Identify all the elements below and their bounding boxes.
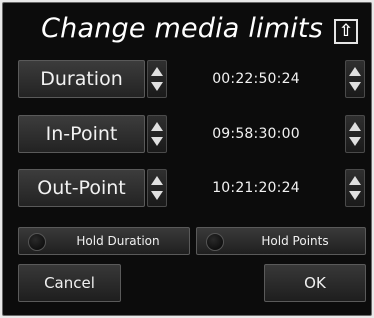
in-point-value-spinner[interactable] bbox=[345, 115, 365, 153]
spinner-down-icon[interactable] bbox=[349, 137, 361, 146]
spinner-down-icon[interactable] bbox=[349, 82, 361, 91]
dialog-title: Change media limits bbox=[41, 13, 323, 44]
hold-points-toggle[interactable]: Hold Points bbox=[196, 227, 366, 255]
led-indicator-icon bbox=[206, 233, 224, 251]
in-point-mode-spinner[interactable] bbox=[147, 115, 167, 153]
duration-value-spinner[interactable] bbox=[345, 60, 365, 98]
spinner-down-icon[interactable] bbox=[349, 191, 361, 200]
duration-value[interactable]: 00:22:50:24 bbox=[169, 60, 343, 98]
out-point-row: Out-Point 10:21:20:24 bbox=[18, 169, 365, 207]
spinner-up-icon[interactable] bbox=[151, 122, 163, 131]
in-point-value[interactable]: 09:58:30:00 bbox=[169, 115, 343, 153]
led-indicator-icon bbox=[28, 233, 46, 251]
out-point-mode-spinner[interactable] bbox=[147, 169, 167, 207]
spinner-up-icon[interactable] bbox=[151, 176, 163, 185]
in-point-button[interactable]: In-Point bbox=[18, 115, 145, 153]
hold-duration-label: Hold Duration bbox=[76, 234, 160, 248]
out-point-value-spinner[interactable] bbox=[345, 169, 365, 207]
change-media-limits-dialog: Change media limits ⇧ Duration 00:22:50:… bbox=[2, 2, 372, 316]
spinner-up-icon[interactable] bbox=[349, 176, 361, 185]
duration-mode-spinner[interactable] bbox=[147, 60, 167, 98]
spinner-down-icon[interactable] bbox=[151, 191, 163, 200]
in-point-row: In-Point 09:58:30:00 bbox=[18, 115, 365, 153]
shift-up-icon[interactable]: ⇧ bbox=[334, 19, 358, 44]
spinner-down-icon[interactable] bbox=[151, 137, 163, 146]
out-point-button[interactable]: Out-Point bbox=[18, 169, 145, 207]
duration-row: Duration 00:22:50:24 bbox=[18, 60, 365, 98]
spinner-up-icon[interactable] bbox=[151, 67, 163, 76]
spinner-up-icon[interactable] bbox=[349, 67, 361, 76]
out-point-value[interactable]: 10:21:20:24 bbox=[169, 169, 343, 207]
duration-button[interactable]: Duration bbox=[18, 60, 145, 98]
hold-points-label: Hold Points bbox=[261, 234, 329, 248]
spinner-up-icon[interactable] bbox=[349, 122, 361, 131]
ok-button[interactable]: OK bbox=[264, 264, 366, 302]
cancel-button[interactable]: Cancel bbox=[18, 264, 121, 302]
spinner-down-icon[interactable] bbox=[151, 82, 163, 91]
hold-duration-toggle[interactable]: Hold Duration bbox=[18, 227, 190, 255]
